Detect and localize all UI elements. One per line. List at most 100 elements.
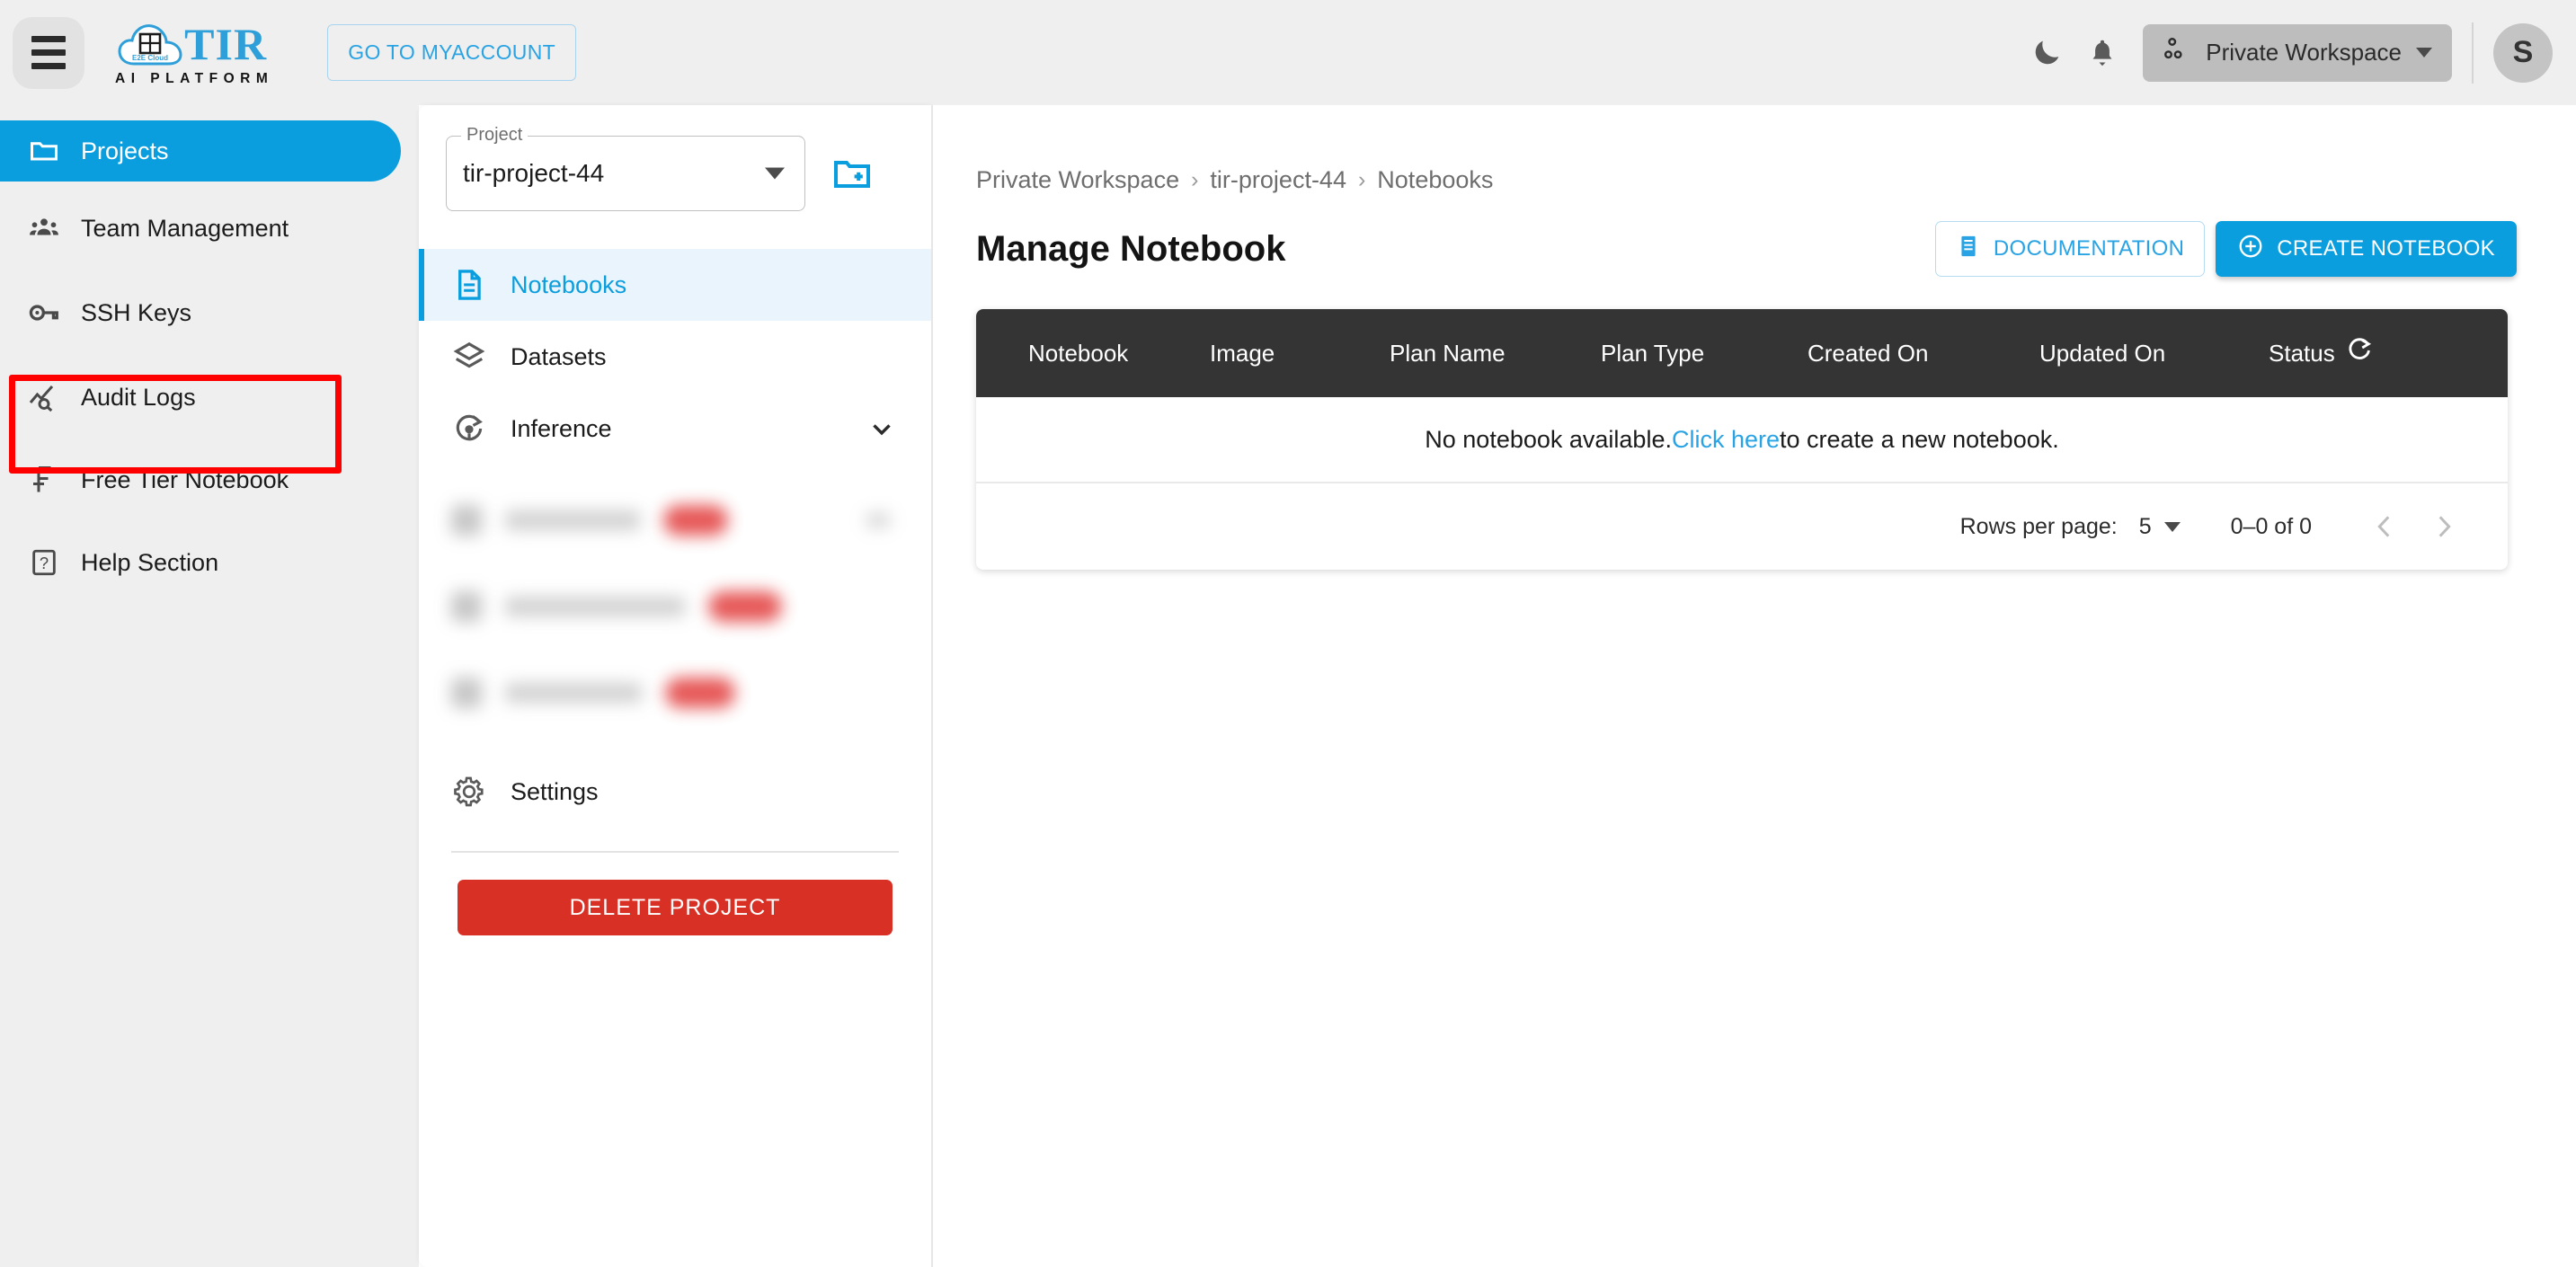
project-nav-item-inference[interactable]: Inference [419, 393, 931, 465]
redacted-label [505, 597, 685, 616]
chevron-right-icon[interactable] [2414, 497, 2474, 556]
sidebar-item-team-management[interactable]: Team Management [0, 194, 419, 262]
go-to-myaccount-label: GO TO MYACCOUNT [348, 40, 555, 64]
new-folder-icon[interactable] [827, 148, 877, 199]
hamburger-line [31, 49, 66, 56]
sidebar-item-label: Team Management [81, 214, 289, 242]
page-title-row: Manage Notebook DOCUMENTATION CREATE NOT… [933, 194, 2576, 277]
sidebar-item-projects[interactable]: Projects [0, 120, 401, 182]
create-notebook-button[interactable]: CREATE NOTEBOOK [2216, 221, 2517, 277]
breadcrumb: Private Workspace › tir-project-44 › Not… [933, 105, 2576, 194]
notebook-document-icon [451, 267, 487, 303]
project-nav-item-datasets[interactable]: Datasets [419, 321, 931, 393]
left-sidebar: Projects Team Management SSH Keys Audit … [0, 105, 419, 1267]
layers-icon [451, 339, 487, 375]
people-group-icon [27, 211, 61, 245]
create-notebook-link[interactable]: Click here [1672, 426, 1780, 454]
project-nav-item-redacted[interactable] [419, 660, 931, 725]
rows-per-page-select[interactable]: 5 [2139, 514, 2181, 540]
chart-search-icon [27, 380, 61, 414]
new-badge [665, 678, 735, 708]
logo-tagline: AI PLATFORM [115, 70, 274, 86]
header-divider [2472, 22, 2474, 84]
hamburger-menu-icon[interactable] [13, 16, 84, 89]
empty-message-before: No notebook available. [1425, 425, 1672, 453]
go-to-myaccount-button[interactable]: GO TO MYACCOUNT [327, 24, 576, 81]
free-tier-icon [27, 463, 61, 497]
project-nav-item-label: Notebooks [511, 270, 627, 298]
moon-icon[interactable] [2019, 25, 2074, 81]
new-badge [708, 591, 782, 622]
rows-per-page-value: 5 [2138, 513, 2152, 539]
logo-brand-text: TIR [184, 18, 268, 69]
logo-row: E2E Cloud TIR [118, 19, 267, 69]
rows-per-page-label: Rows per page: [1959, 513, 2118, 539]
chevron-down-icon[interactable] [866, 413, 897, 444]
redacted-label [505, 510, 640, 530]
table-column-plan-type[interactable]: Plan Type [1601, 340, 1808, 368]
chevron-down-icon[interactable] [866, 513, 890, 527]
breadcrumb-item-workspace[interactable]: Private Workspace [976, 166, 1179, 194]
avatar[interactable]: S [2493, 22, 2553, 83]
hamburger-line [31, 36, 66, 42]
sidebar-item-ssh-keys[interactable]: SSH Keys [0, 279, 419, 347]
hamburger-line [31, 63, 66, 69]
sidebar-item-label: SSH Keys [81, 298, 192, 326]
project-nav-item-label: Settings [511, 777, 599, 805]
breadcrumb-item-project[interactable]: tir-project-44 [1210, 166, 1346, 194]
project-nav: Notebooks Datasets Inference Settings [419, 249, 931, 828]
project-select-value: tir-project-44 [463, 159, 605, 187]
breadcrumb-item-notebooks[interactable]: Notebooks [1377, 166, 1493, 194]
documentation-label: DOCUMENTATION [1993, 236, 2185, 261]
delete-project-button[interactable]: DELETE PROJECT [457, 880, 893, 935]
project-nav-item-notebooks[interactable]: Notebooks [419, 249, 931, 321]
project-select[interactable]: Project tir-project-44 [446, 125, 805, 211]
sidebar-item-label: Free Tier Notebook [81, 465, 289, 493]
workspace-group-icon [2161, 34, 2191, 71]
documentation-button[interactable]: DOCUMENTATION [1934, 221, 2206, 277]
project-nav-item-redacted[interactable] [419, 488, 931, 553]
table-column-status[interactable]: Status [2269, 337, 2466, 370]
workspace-label: Private Workspace [2206, 39, 2402, 66]
pagination-range: 0–0 of 0 [2230, 513, 2312, 539]
bell-icon[interactable] [2074, 25, 2130, 81]
app-logo[interactable]: E2E Cloud TIR AI PLATFORM [111, 19, 273, 87]
table-column-updated-on[interactable]: Updated On [2039, 340, 2269, 368]
project-nav-item-label: Inference [511, 414, 612, 442]
chevron-left-icon[interactable] [2355, 497, 2414, 556]
create-notebook-label: CREATE NOTEBOOK [2277, 236, 2495, 261]
project-nav-item-redacted[interactable] [419, 574, 931, 639]
sidebar-item-audit-logs[interactable]: Audit Logs [0, 363, 419, 431]
gear-icon [451, 774, 487, 810]
sidebar-item-help-section[interactable]: ? Help Section [0, 528, 419, 597]
svg-text:E2E Cloud: E2E Cloud [132, 54, 168, 62]
table-column-created-on[interactable]: Created On [1808, 340, 2039, 368]
refresh-icon[interactable] [2346, 337, 2373, 370]
table-column-image[interactable]: Image [1210, 340, 1390, 368]
sidebar-item-label: Help Section [81, 548, 219, 576]
project-nav-item-label: Datasets [511, 342, 607, 370]
project-select-row: Project tir-project-44 [419, 105, 931, 211]
redacted-label [505, 683, 642, 703]
cloud-logo-icon: E2E Cloud [118, 19, 182, 69]
chevron-down-icon [765, 167, 785, 180]
sidebar-item-free-tier-notebook[interactable]: Free Tier Notebook [0, 446, 419, 514]
table-empty-row: No notebook available. Click here to cre… [976, 397, 2508, 483]
panel-divider [451, 851, 899, 853]
table-column-plan-name[interactable]: Plan Name [1390, 340, 1601, 368]
redacted-icon [451, 678, 482, 708]
document-list-icon [1956, 234, 1981, 265]
table-pagination: Rows per page: 5 0–0 of 0 [976, 483, 2508, 570]
folder-icon [27, 134, 61, 168]
plus-circle-icon [2237, 233, 2264, 266]
chevron-down-icon [2163, 521, 2181, 532]
avatar-initial: S [2512, 35, 2534, 69]
table-column-notebook[interactable]: Notebook [976, 340, 1210, 368]
table-header-row: Notebook Image Plan Name Plan Type Creat… [976, 309, 2508, 397]
workspace-selector[interactable]: Private Workspace [2143, 23, 2452, 82]
page-title: Manage Notebook [976, 228, 1286, 269]
project-nav-item-settings[interactable]: Settings [419, 756, 931, 828]
key-icon [27, 296, 61, 330]
top-header-bar: E2E Cloud TIR AI PLATFORM GO TO MYACCOUN… [0, 0, 2576, 105]
header-actions: Private Workspace S [2019, 22, 2553, 84]
